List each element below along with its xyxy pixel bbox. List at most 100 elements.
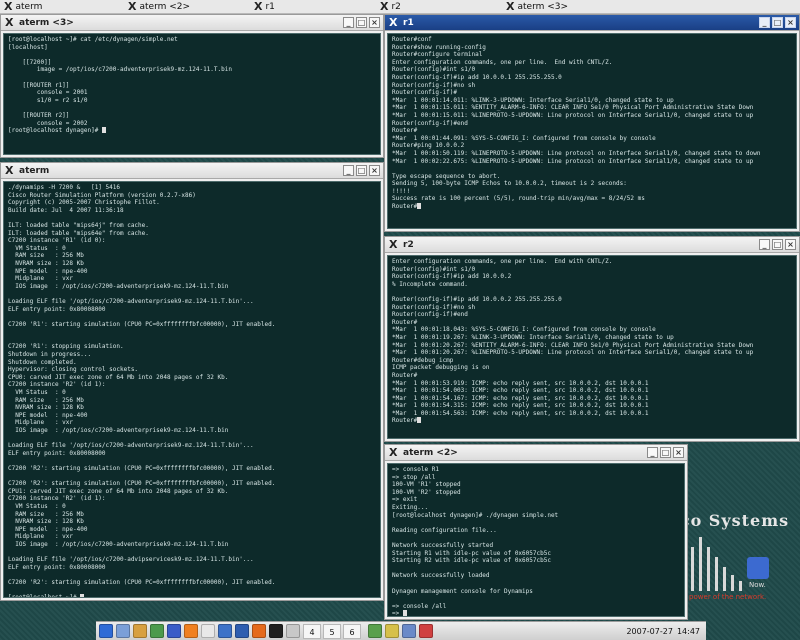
terminal-line: C7200 'R2': starting simulation (CPU0 PC… bbox=[8, 464, 276, 472]
terminal-line: Loading ELF file '/opt/ios/c7200-advipse… bbox=[8, 556, 254, 564]
minimize-button[interactable]: _ bbox=[343, 17, 354, 28]
terminal-line: IOS image : /opt/ios/c7200-adventerprise… bbox=[8, 540, 229, 548]
desktop-6-button[interactable]: 6 bbox=[343, 623, 361, 639]
terminal-line: Starting R2 with idle-pc value of 0x6057… bbox=[392, 557, 551, 565]
window-titlebar[interactable]: X aterm <3> _ □ × bbox=[1, 15, 383, 31]
terminal-line: Cisco Router Simulation Platform (versio… bbox=[8, 191, 196, 199]
close-button[interactable]: × bbox=[369, 165, 380, 176]
terminal-line: C7200 instance 'R2' (id 1): bbox=[8, 495, 106, 503]
tray2-icon[interactable] bbox=[385, 624, 399, 638]
k3b-icon[interactable] bbox=[201, 624, 215, 638]
cisco-now-box bbox=[747, 557, 769, 579]
terminal-line: ELF entry point: 0x80008000 bbox=[8, 449, 106, 457]
aterm-icon[interactable] bbox=[286, 624, 300, 638]
topbar-item-aterm-3[interactable]: X aterm <3> bbox=[506, 1, 568, 13]
minimize-button[interactable]: _ bbox=[759, 17, 770, 28]
terminal-line: VM Status : 0 bbox=[8, 244, 66, 252]
window-titlebar[interactable]: X aterm _ □ × bbox=[1, 163, 383, 179]
kmail-icon[interactable] bbox=[235, 624, 249, 638]
close-button[interactable]: × bbox=[369, 17, 380, 28]
desktop-icon[interactable] bbox=[116, 624, 130, 638]
terminal-line: NVRAM size : 128 Kb bbox=[8, 404, 84, 412]
window-titlebar[interactable]: X r2 _ □ × bbox=[385, 237, 799, 253]
x-window-icon: X bbox=[389, 238, 398, 251]
minimize-button[interactable]: _ bbox=[343, 165, 354, 176]
terminal-line: Loading ELF file '/opt/ios/c7200-advente… bbox=[8, 297, 254, 305]
terminal-line: Network successfully started bbox=[392, 541, 494, 549]
maximize-button[interactable]: □ bbox=[772, 17, 783, 28]
kmenu-icon[interactable] bbox=[99, 624, 113, 638]
terminal-output[interactable]: [root@localhost ~]# cat /etc/dynagen/sim… bbox=[3, 33, 381, 155]
terminal-line: Router#configure terminal bbox=[392, 51, 483, 59]
terminal-line: => exit bbox=[392, 496, 418, 504]
topbar-item-label: r2 bbox=[391, 2, 401, 12]
topbar-item-r1[interactable]: X r1 bbox=[254, 1, 275, 13]
terminal-line: 100-VM 'R2' stopped bbox=[392, 488, 461, 496]
maximize-button[interactable]: □ bbox=[660, 447, 671, 458]
tray4-icon[interactable] bbox=[419, 624, 433, 638]
topbar-item-label: aterm bbox=[15, 2, 43, 12]
control-center-icon[interactable] bbox=[150, 624, 164, 638]
cisco-bar bbox=[731, 575, 734, 591]
terminal-output[interactable]: ./dynamips -H 7200 & [1] 5416 Cisco Route… bbox=[3, 181, 381, 598]
window-r2[interactable]: X r2 _ □ × Enter configuration commands,… bbox=[384, 236, 800, 442]
vlc-icon[interactable] bbox=[184, 624, 198, 638]
maximize-button[interactable]: □ bbox=[772, 239, 783, 250]
terminal-line: NPE model : npe-400 bbox=[8, 267, 88, 275]
terminal-line: Router# bbox=[392, 417, 792, 425]
minimize-button[interactable]: _ bbox=[759, 239, 770, 250]
maximize-button[interactable]: □ bbox=[356, 165, 367, 176]
window-aterm[interactable]: X aterm _ □ × ./dynamips -H 7200 & [1] 5… bbox=[0, 162, 384, 601]
clock-date: 2007-07-27 bbox=[626, 626, 673, 636]
window-aterm-2[interactable]: X aterm <2> _ □ × => console R1 => stop /… bbox=[384, 444, 688, 620]
window-titlebar[interactable]: X aterm <2> _ □ × bbox=[385, 445, 687, 461]
tray3-icon[interactable] bbox=[402, 624, 416, 638]
topbar-item-aterm-2[interactable]: X aterm <2> bbox=[128, 1, 190, 13]
home-icon[interactable] bbox=[133, 624, 147, 638]
terminal-line: Shutdown completed. bbox=[8, 358, 77, 366]
terminal-line: Router(config-if)#end bbox=[392, 119, 468, 127]
cisco-bar bbox=[699, 537, 702, 591]
terminal-line: => stop /all bbox=[392, 473, 436, 481]
firefox-icon[interactable] bbox=[252, 624, 266, 638]
window-aterm-3[interactable]: X aterm <3> _ □ × [root@localhost ~]# ca… bbox=[0, 14, 384, 158]
close-button[interactable]: × bbox=[785, 239, 796, 250]
window-titlebar[interactable]: X r1 _ □ × bbox=[385, 15, 799, 31]
desktop-4-button[interactable]: 4 bbox=[303, 623, 321, 639]
terminal-line: Router# bbox=[392, 127, 418, 135]
x-window-icon: X bbox=[4, 0, 13, 13]
minimize-button[interactable]: _ bbox=[647, 447, 658, 458]
terminal-line: *Mar 1 00:01:15.011: %LINEPROTO-5-UPDOWN… bbox=[392, 111, 754, 119]
terminal-line: *Mar 1 00:01:14.011: %LINK-3-UPDOWN: Int… bbox=[392, 96, 674, 104]
terminal-line: Router(config)#int s1/0 bbox=[392, 66, 476, 74]
topbar-item-aterm[interactable]: X aterm bbox=[4, 1, 42, 13]
close-button[interactable]: × bbox=[785, 17, 796, 28]
konsole-icon[interactable] bbox=[269, 624, 283, 638]
desktop-5-button[interactable]: 5 bbox=[323, 623, 341, 639]
terminal-line: NPE model : npe-400 bbox=[8, 525, 88, 533]
clock[interactable]: 2007-07-27 14:47 bbox=[623, 627, 703, 636]
terminal-line: C7200 'R1': starting simulation (CPU0 PC… bbox=[8, 320, 276, 328]
x-window-icon: X bbox=[380, 0, 389, 13]
maximize-button[interactable]: □ bbox=[356, 17, 367, 28]
terminal-output[interactable]: Router#conf Router#show running-config Rou… bbox=[387, 33, 797, 229]
topbar-item-r2[interactable]: X r2 bbox=[380, 1, 401, 13]
terminal-line: ELF entry point: 0x80008000 bbox=[8, 305, 106, 313]
tray1-icon[interactable] bbox=[368, 624, 382, 638]
terminal-output[interactable]: => console R1 => stop /all 100-VM 'R1' sto… bbox=[387, 463, 685, 617]
terminal-line: *Mar 1 00:01:19.267: %LINK-3-UPDOWN: Int… bbox=[392, 333, 674, 341]
cisco-bar bbox=[739, 581, 742, 591]
close-button[interactable]: × bbox=[673, 447, 684, 458]
network-icon[interactable] bbox=[218, 624, 232, 638]
terminal-output[interactable]: Enter configuration commands, one per li… bbox=[387, 255, 797, 439]
window-r1[interactable]: X r1 _ □ × Router#conf Router#show runnin… bbox=[384, 14, 800, 232]
konqueror-icon[interactable] bbox=[167, 624, 181, 638]
